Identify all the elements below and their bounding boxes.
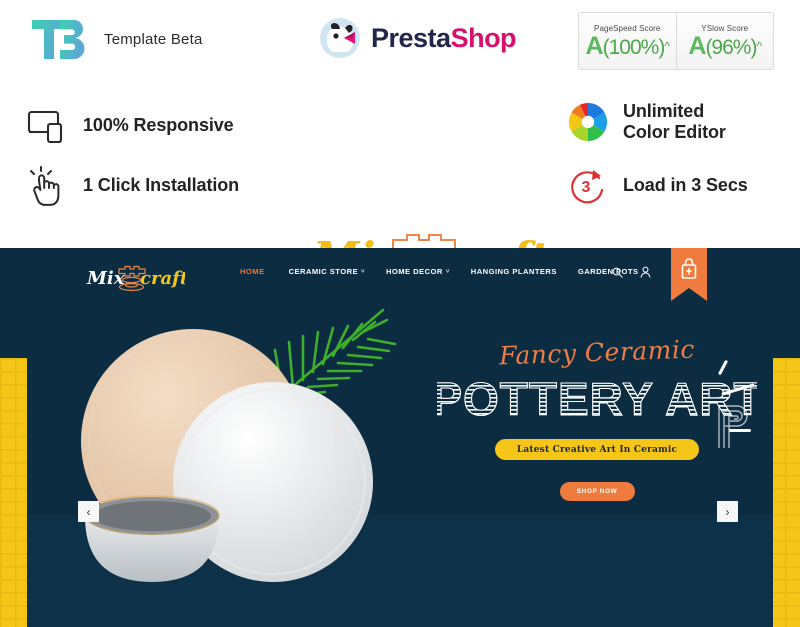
storefront-preview: Mix craft HOME CERAMIC STORE ˅ HOME DECO… xyxy=(27,248,773,627)
decorative-p-monogram xyxy=(718,405,748,448)
responsive-devices-icon xyxy=(27,110,63,144)
pagespeed-score-value: A(100%)^ xyxy=(585,31,670,60)
feature-color-editor: Unlimited Color Editor xyxy=(566,100,726,144)
performance-score-box: PageSpeed Score A(100%)^ YSlow Score A(9… xyxy=(578,12,774,70)
svg-text:POTTERY ART: POTTERY ART xyxy=(437,373,757,425)
color-editor-line1: Unlimited xyxy=(623,100,705,121)
color-wheel-icon xyxy=(568,102,608,142)
hero-slider: Fancy Ceramic POTTERY ART Latest Creativ… xyxy=(27,302,773,627)
pottery-art-text: POTTERY ART xyxy=(431,372,762,425)
feature-one-click-install: 1 Click Installation xyxy=(26,164,239,208)
storefront-logo[interactable]: Mix craft xyxy=(85,260,185,292)
nav-item-home[interactable]: HOME xyxy=(240,267,268,276)
prestashop-logo-icon xyxy=(320,18,360,58)
pagespeed-score-label: PageSpeed Score xyxy=(594,23,661,33)
prestashop-wordmark: PrestaShop xyxy=(371,22,517,53)
shop-text: Shop xyxy=(450,22,517,53)
nav-item-ceramic-store[interactable]: CERAMIC STORE ˅ xyxy=(289,267,365,276)
slider-next-button[interactable]: › xyxy=(717,501,738,522)
search-icon[interactable] xyxy=(612,267,623,278)
svg-text:3: 3 xyxy=(582,179,591,196)
color-editor-line2: Color Editor xyxy=(623,122,726,142)
feature-one-click-install-label: 1 Click Installation xyxy=(83,175,240,196)
chevron-down-icon: ˅ xyxy=(445,268,450,275)
hero-main-heading: POTTERY ART xyxy=(431,369,762,427)
feature-load-speed: 3 Load in 3 Secs xyxy=(566,164,748,208)
feature-responsive-label: 100% Responsive xyxy=(83,115,234,136)
svg-text:craft: craft xyxy=(140,268,185,289)
cart-ribbon-button[interactable] xyxy=(671,248,707,301)
feature-load-speed-label: Load in 3 Secs xyxy=(623,175,748,196)
ceramic-plates-product-image xyxy=(81,329,373,582)
click-hand-icon xyxy=(30,166,60,206)
shop-now-button[interactable]: SHOP NOW xyxy=(559,482,635,501)
feature-responsive: 100% Responsive xyxy=(26,104,234,148)
screenshot-root: Template Beta PrestaShop PageSpeed Score… xyxy=(0,0,800,627)
feature-color-editor-label: Unlimited Color Editor xyxy=(623,101,726,143)
storefront-nav: HOME CERAMIC STORE ˅ HOME DECOR ˅ HANGIN… xyxy=(240,267,639,276)
nav-item-hanging-planters[interactable]: HANGING PLANTERS xyxy=(471,267,557,276)
theme-preview: Mix craft HOME CERAMIC STORE ˅ HOME DECO… xyxy=(0,248,800,627)
yslow-score-value: A(96%)^ xyxy=(688,31,762,60)
storefront-header-icons xyxy=(612,266,651,278)
template-beta-brand: Template Beta xyxy=(30,16,203,62)
brand-bar: Template Beta PrestaShop PageSpeed Score… xyxy=(0,0,800,82)
feature-list: 100% Responsive 1 Click Installation Unl… xyxy=(0,92,800,286)
hero-copy: Fancy Ceramic POTTERY ART Latest Creativ… xyxy=(431,335,762,501)
pagespeed-score: PageSpeed Score A(100%)^ xyxy=(579,13,676,69)
chevron-down-icon: ˅ xyxy=(361,268,365,275)
yslow-score: YSlow Score A(96%)^ xyxy=(675,13,774,69)
hero-script-heading: Fancy Ceramic xyxy=(498,334,696,371)
slider-prev-button[interactable]: ‹ xyxy=(78,501,99,522)
tb-logo-icon xyxy=(32,20,85,59)
template-beta-label: Template Beta xyxy=(104,30,203,48)
presta-text: Presta xyxy=(371,22,451,53)
prestashop-brand: PrestaShop xyxy=(318,16,517,60)
decorative-brick-left xyxy=(0,358,30,627)
yslow-score-label: YSlow Score xyxy=(701,23,749,33)
hero-tagline-pill: Latest Creative Art In Ceramic xyxy=(495,439,699,460)
decorative-brick-right xyxy=(770,358,800,627)
user-account-icon[interactable] xyxy=(640,266,651,278)
nav-item-home-decor[interactable]: HOME DECOR ˅ xyxy=(386,267,450,276)
stopwatch-3-icon: 3 xyxy=(571,170,604,204)
